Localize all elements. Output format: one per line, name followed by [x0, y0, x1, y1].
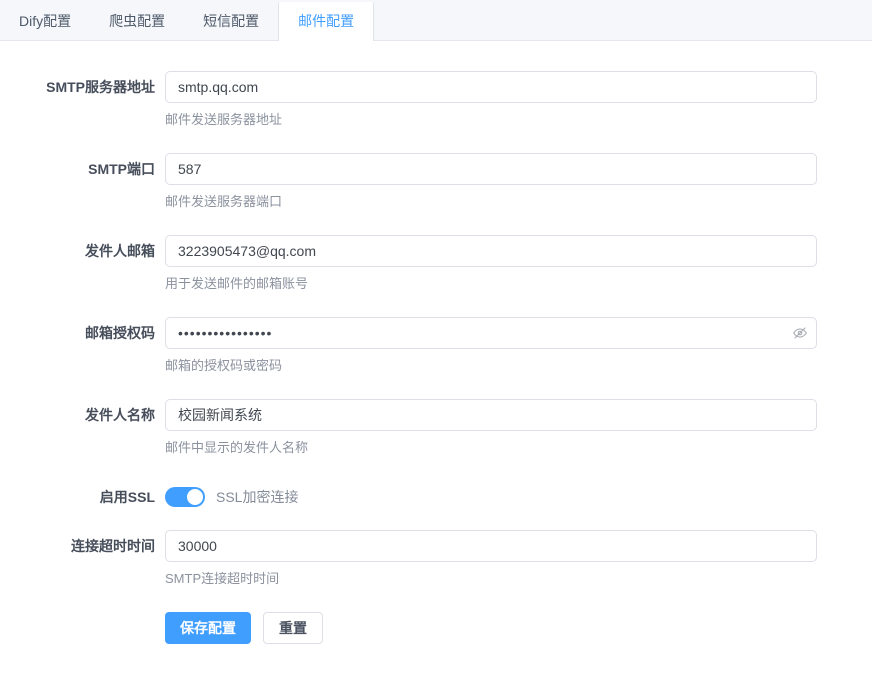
form-row-ssl: 启用SSL SSL加密连接	[0, 481, 872, 513]
config-tab-bar: Dify配置 爬虫配置 短信配置 邮件配置	[0, 0, 872, 41]
smtp-host-input[interactable]	[165, 71, 817, 103]
sender-email-input[interactable]	[165, 235, 817, 267]
auth-code-hint: 邮箱的授权码或密码	[165, 357, 817, 375]
eye-off-icon[interactable]	[792, 325, 808, 341]
reset-button[interactable]: 重置	[263, 612, 323, 644]
form-actions: 保存配置 重置	[165, 612, 872, 644]
ssl-toggle[interactable]	[165, 487, 205, 507]
auth-code-input[interactable]	[165, 317, 817, 349]
form-row-smtp-port: SMTP端口 邮件发送服务器端口	[0, 153, 872, 211]
timeout-label: 连接超时时间	[0, 530, 155, 588]
sender-name-input[interactable]	[165, 399, 817, 431]
sender-name-label: 发件人名称	[0, 399, 155, 457]
ssl-toggle-knob	[187, 489, 203, 505]
timeout-input[interactable]	[165, 530, 817, 562]
smtp-port-label: SMTP端口	[0, 153, 155, 211]
tab-email-config[interactable]: 邮件配置	[278, 2, 374, 41]
auth-code-label: 邮箱授权码	[0, 317, 155, 375]
form-row-auth-code: 邮箱授权码 邮箱的授权码或密码	[0, 317, 872, 375]
ssl-label: 启用SSL	[0, 481, 155, 513]
smtp-host-label: SMTP服务器地址	[0, 71, 155, 129]
smtp-port-input[interactable]	[165, 153, 817, 185]
sender-email-label: 发件人邮箱	[0, 235, 155, 293]
form-row-timeout: 连接超时时间 SMTP连接超时时间	[0, 530, 872, 588]
form-row-sender-name: 发件人名称 邮件中显示的发件人名称	[0, 399, 872, 457]
tab-crawler-config[interactable]: 爬虫配置	[90, 2, 184, 40]
smtp-port-hint: 邮件发送服务器端口	[165, 193, 817, 211]
email-config-form: SMTP服务器地址 邮件发送服务器地址 SMTP端口 邮件发送服务器端口 发件人…	[0, 41, 872, 644]
form-row-smtp-host: SMTP服务器地址 邮件发送服务器地址	[0, 71, 872, 129]
ssl-description: SSL加密连接	[216, 487, 298, 507]
sender-email-hint: 用于发送邮件的邮箱账号	[165, 275, 817, 293]
tab-dify-config[interactable]: Dify配置	[0, 2, 90, 40]
smtp-host-hint: 邮件发送服务器地址	[165, 111, 817, 129]
save-config-button[interactable]: 保存配置	[165, 612, 251, 644]
tab-sms-config[interactable]: 短信配置	[184, 2, 278, 40]
timeout-hint: SMTP连接超时时间	[165, 570, 817, 588]
sender-name-hint: 邮件中显示的发件人名称	[165, 439, 817, 457]
form-row-sender-email: 发件人邮箱 用于发送邮件的邮箱账号	[0, 235, 872, 293]
